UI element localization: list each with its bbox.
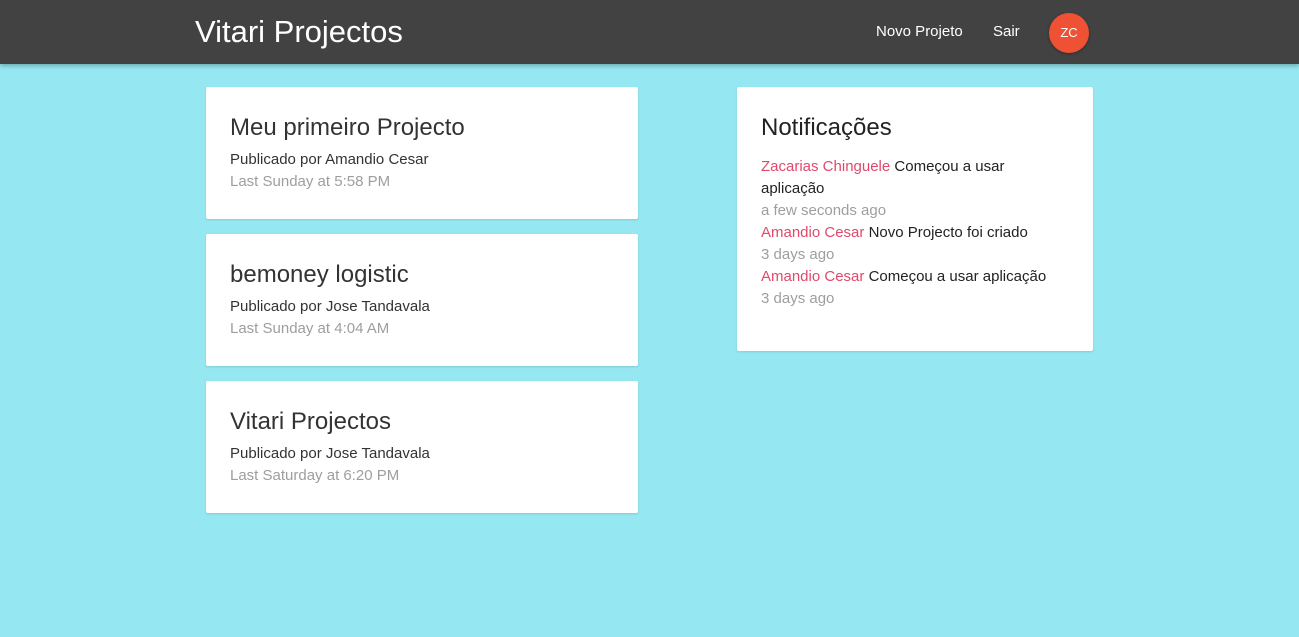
notification-timestamp: 3 days ago — [761, 290, 835, 307]
notification-user-link[interactable]: Amandio Cesar — [761, 268, 864, 285]
notification-text: Começou a usar aplicação — [868, 268, 1047, 285]
notification-text: Novo Projecto foi criado — [868, 224, 1028, 241]
notification-item: Amandio Cesar Começou a usar aplicação — [761, 266, 1069, 288]
notifications-panel: Notificações Zacarias Chinguele Começou … — [737, 87, 1093, 351]
project-author: Publicado por Amandio Cesar — [230, 151, 429, 168]
notification-timestamp: a few seconds ago — [761, 202, 887, 219]
notification-user-link[interactable]: Amandio Cesar — [761, 224, 864, 241]
project-timestamp: Last Saturday at 6:20 PM — [230, 467, 400, 484]
project-card[interactable]: Meu primeiro Projecto Publicado por Aman… — [206, 87, 638, 219]
project-author: Publicado por Jose Tandavala — [230, 445, 430, 462]
logout-link[interactable]: Sair — [993, 22, 1020, 42]
new-project-link[interactable]: Novo Projeto — [876, 22, 963, 42]
notification-item: Amandio Cesar Novo Projecto foi criado — [761, 222, 1069, 244]
notification-user-link[interactable]: Zacarias Chinguele — [761, 158, 890, 175]
project-timestamp: Last Sunday at 4:04 AM — [230, 320, 390, 337]
user-avatar[interactable]: ZC — [1049, 13, 1089, 53]
notification-timestamp: 3 days ago — [761, 246, 835, 263]
project-card[interactable]: bemoney logistic Publicado por Jose Tand… — [206, 234, 638, 366]
project-title[interactable]: Vitari Projectos — [230, 407, 614, 437]
project-author: Publicado por Jose Tandavala — [230, 298, 430, 315]
top-navbar: Vitari Projectos Novo Projeto Sair ZC — [0, 0, 1299, 64]
notification-item: Zacarias Chinguele Começou a usar aplica… — [761, 156, 1069, 200]
project-card[interactable]: Vitari Projectos Publicado por Jose Tand… — [206, 381, 638, 513]
project-title[interactable]: Meu primeiro Projecto — [230, 113, 614, 143]
brand-logo-link[interactable]: Vitari Projectos — [195, 14, 403, 50]
project-title[interactable]: bemoney logistic — [230, 260, 614, 290]
project-timestamp: Last Sunday at 5:58 PM — [230, 173, 391, 190]
notifications-title: Notificações — [761, 114, 892, 141]
